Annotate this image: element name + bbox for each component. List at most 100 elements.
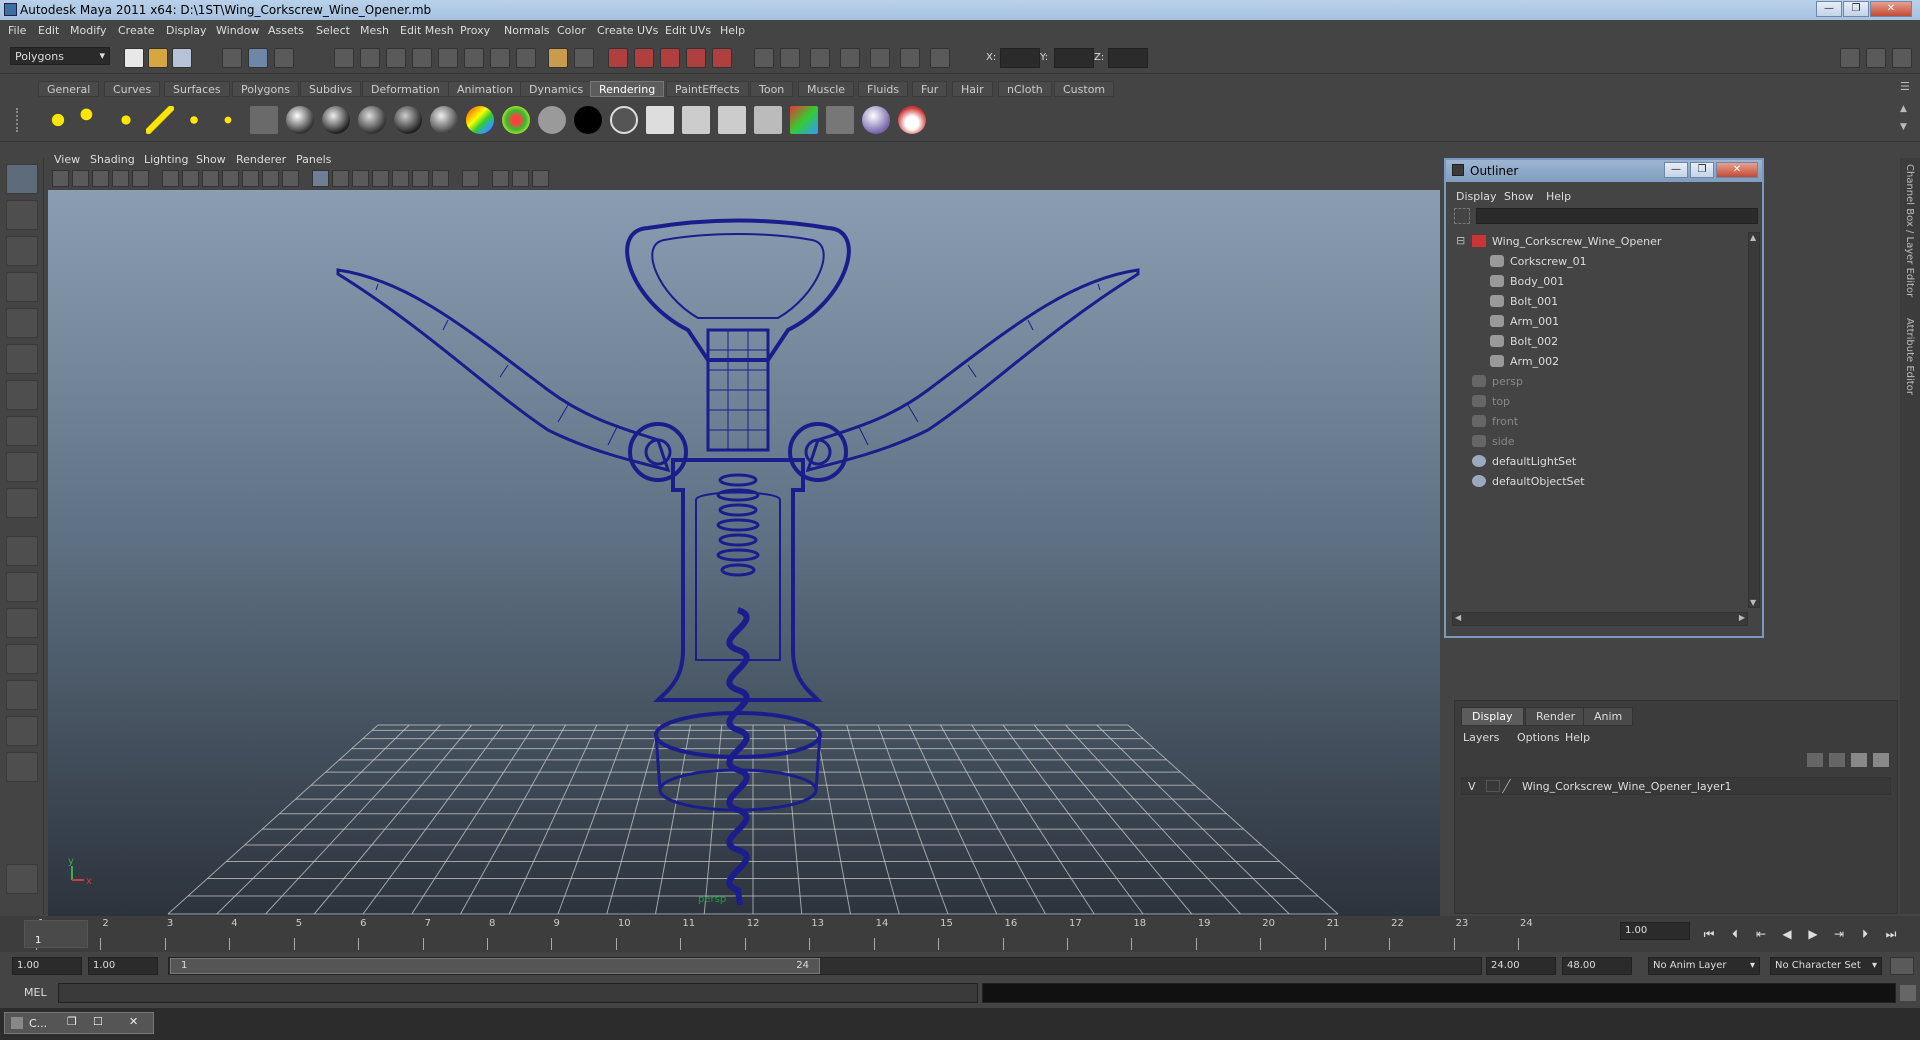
snap-curve-icon[interactable] <box>360 48 380 68</box>
shelf-scroll-up-icon[interactable]: ▲ <box>1900 104 1907 114</box>
move-tool-icon[interactable] <box>6 272 38 302</box>
arm-002-wireframe[interactable] <box>805 268 1140 473</box>
wireframe-on-shaded-icon[interactable] <box>352 170 369 187</box>
attribute-editor-side-tab[interactable]: Attribute Editor <box>1904 318 1915 395</box>
playback-end-field[interactable]: 24.00 <box>1486 957 1556 975</box>
outliner-item[interactable]: Bolt_001 <box>1452 292 1748 312</box>
channel-toggle-icon[interactable] <box>1866 48 1886 68</box>
snap-point-icon[interactable] <box>386 48 406 68</box>
panel-menu-shading[interactable]: Shading <box>90 153 135 166</box>
isolate-select-icon[interactable] <box>462 170 479 187</box>
safe-action-icon[interactable] <box>262 170 279 187</box>
gear-left-wireframe[interactable] <box>628 422 688 482</box>
end-time-field[interactable]: 48.00 <box>1562 957 1632 975</box>
grid-toggle-icon[interactable] <box>162 170 179 187</box>
outliner-item[interactable]: Body_001 <box>1452 272 1748 292</box>
last-tool-icon[interactable] <box>6 488 38 518</box>
channel-key-icon[interactable] <box>1854 170 1868 184</box>
x-field[interactable] <box>1000 48 1040 68</box>
lock-icon[interactable] <box>548 48 568 68</box>
step-forward-frame-icon[interactable]: ⏵ <box>1854 924 1876 944</box>
corkscrew-wireframe-model[interactable] <box>336 218 1140 906</box>
field-chart-icon[interactable] <box>242 170 259 187</box>
outliner-minimize-button[interactable]: — <box>1664 162 1688 178</box>
outliner-item[interactable]: Arm_002 <box>1452 352 1748 372</box>
menu-edit-mesh[interactable]: Edit Mesh <box>400 24 454 37</box>
attribute-editor-icon[interactable] <box>810 48 830 68</box>
shelf-scroll-down-icon[interactable]: ▼ <box>1900 122 1907 132</box>
playback-start-field[interactable]: 1.00 <box>88 957 158 975</box>
smooth-shade-icon[interactable] <box>332 170 349 187</box>
outliner-item[interactable]: side <box>1452 432 1748 452</box>
textured-icon[interactable] <box>372 170 389 187</box>
layer-color-swatch[interactable] <box>1501 779 1523 793</box>
outliner-item[interactable]: Corkscrew_01 <box>1452 252 1748 272</box>
single-perspective-layout-icon[interactable] <box>6 536 38 566</box>
all-lights-icon[interactable] <box>412 170 429 187</box>
camera-icon[interactable] <box>250 106 278 134</box>
tab-rendering[interactable]: Rendering <box>590 81 665 97</box>
tab-hair[interactable]: Hair <box>952 81 993 97</box>
tab-toon[interactable]: Toon <box>750 81 794 97</box>
collapse-icon[interactable]: ⊟ <box>1456 234 1465 247</box>
outliner-vertical-scrollbar[interactable]: ▲ ▼ <box>1748 232 1760 608</box>
play-forwards-icon[interactable]: ▶ <box>1802 924 1824 944</box>
tab-painteffects[interactable]: PaintEffects <box>666 81 749 97</box>
select-tool-icon[interactable] <box>6 164 38 194</box>
color-shader-icon[interactable] <box>502 106 530 134</box>
highlight-icon[interactable] <box>574 48 594 68</box>
outliner-item[interactable]: top <box>1452 392 1748 412</box>
perspective-viewport[interactable]: persp y x <box>48 190 1440 916</box>
xray-icon[interactable] <box>492 170 509 187</box>
menu-select[interactable]: Select <box>316 24 350 37</box>
render-layer-icon[interactable] <box>754 106 782 134</box>
snap-view-plane-icon[interactable] <box>412 48 432 68</box>
rotate-tool-icon[interactable] <box>6 308 38 338</box>
tab-ncloth[interactable]: nCloth <box>998 81 1052 97</box>
body-001-wireframe[interactable] <box>653 458 823 702</box>
phonge-shader-icon[interactable] <box>394 106 422 134</box>
image-plane-icon[interactable] <box>112 170 129 187</box>
tab-dynamics[interactable]: Dynamics <box>520 81 593 97</box>
make-live-icon[interactable] <box>438 48 458 68</box>
spot-light-icon[interactable] <box>146 106 174 134</box>
maximize-button[interactable]: ❐ <box>1843 1 1869 17</box>
render-region-icon[interactable] <box>826 106 854 134</box>
minimized-window[interactable]: C... ❐ ☐ ✕ <box>4 1012 154 1034</box>
panel-menu-show[interactable]: Show <box>196 153 226 166</box>
character-set-select[interactable]: No Character Set ▾ <box>1770 957 1882 975</box>
channel-box-icon[interactable] <box>780 48 800 68</box>
render-current-frame-icon[interactable] <box>608 48 628 68</box>
mental-ray-icon[interactable] <box>862 106 890 134</box>
construction-history-icon[interactable] <box>464 48 484 68</box>
layer-display-type-toggle[interactable] <box>1486 780 1500 792</box>
layer-tab-display[interactable]: Display <box>1461 707 1524 726</box>
play-backwards-icon[interactable]: ◀ <box>1776 924 1798 944</box>
menu-help[interactable]: Help <box>720 24 745 37</box>
default-lighting-icon[interactable] <box>392 170 409 187</box>
menu-create-uvs[interactable]: Create UVs <box>597 24 658 37</box>
four-view-layout-icon[interactable] <box>6 572 38 602</box>
render-diagnostics-icon[interactable] <box>718 106 746 134</box>
outliner-titlebar[interactable]: Outliner — ❐ ✕ <box>1446 160 1762 182</box>
menu-edit[interactable]: Edit <box>38 24 59 37</box>
outliner-item[interactable]: Bolt_002 <box>1452 332 1748 352</box>
panel-menu-view[interactable]: View <box>54 153 80 166</box>
scroll-up-icon[interactable]: ▲ <box>1750 233 1756 242</box>
tab-surfaces[interactable]: Surfaces <box>164 81 230 97</box>
outliner-item[interactable]: persp <box>1452 372 1748 392</box>
current-time-field[interactable]: 1.00 <box>1620 922 1690 940</box>
current-frame-indicator[interactable]: 1 <box>24 920 88 948</box>
layer-menu-options[interactable]: Options <box>1517 731 1559 744</box>
paint-select-tool-icon[interactable] <box>6 236 38 266</box>
outliner-toggle-icon[interactable] <box>870 48 890 68</box>
batch-render-icon[interactable] <box>682 106 710 134</box>
start-time-field[interactable]: 1.00 <box>12 957 82 975</box>
menu-create[interactable]: Create <box>118 24 155 37</box>
lasso-tool-icon[interactable] <box>6 200 38 230</box>
tab-general[interactable]: General <box>38 81 100 97</box>
outliner-menu-display[interactable]: Display <box>1456 190 1497 203</box>
panel-options-icon[interactable] <box>6 752 38 782</box>
gate-mask-icon[interactable] <box>222 170 239 187</box>
step-forward-key-icon[interactable]: ⇥ <box>1828 924 1850 944</box>
